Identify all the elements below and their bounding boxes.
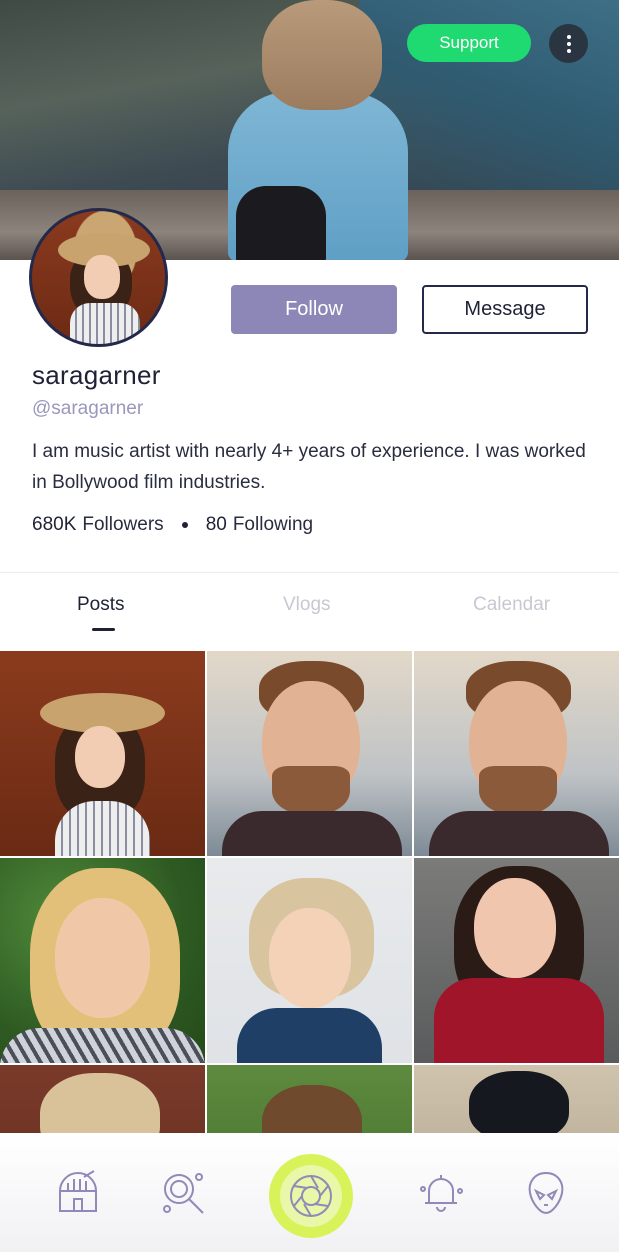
observatory-icon[interactable]	[52, 1167, 104, 1219]
follow-button[interactable]: Follow	[231, 285, 397, 334]
following-count[interactable]: 80	[206, 514, 227, 536]
posts-grid	[0, 651, 619, 1151]
post-thumbnail[interactable]	[207, 858, 412, 1063]
separator-dot	[181, 522, 188, 528]
bottom-navigation	[0, 1133, 619, 1252]
user-handle: @saragarner	[32, 398, 144, 419]
active-tab-indicator	[92, 628, 115, 631]
tab-calendar[interactable]: Calendar	[473, 594, 550, 616]
post-thumbnail[interactable]	[0, 858, 205, 1063]
post-thumbnail[interactable]	[414, 858, 619, 1063]
more-options-icon[interactable]	[549, 24, 588, 63]
tab-posts[interactable]: Posts	[77, 594, 125, 616]
avatar[interactable]	[29, 208, 168, 347]
message-button[interactable]: Message	[422, 285, 588, 334]
bell-icon[interactable]	[415, 1167, 467, 1219]
tab-vlogs[interactable]: Vlogs	[283, 594, 331, 616]
bio-text: I am music artist with nearly 4+ years o…	[32, 441, 586, 493]
followers-count[interactable]: 680K	[32, 514, 76, 536]
following-label[interactable]: Following	[233, 514, 313, 536]
search-planet-icon[interactable]	[157, 1167, 209, 1219]
post-thumbnail[interactable]	[414, 651, 619, 856]
support-button[interactable]: Support	[407, 24, 531, 62]
post-thumbnail[interactable]	[0, 651, 205, 856]
follow-stats: 680K Followers 80 Following	[32, 514, 313, 536]
followers-label[interactable]: Followers	[82, 514, 163, 536]
username: saragarner	[32, 360, 161, 390]
post-thumbnail[interactable]	[207, 651, 412, 856]
divider	[0, 572, 619, 573]
profile-tabs: Posts Vlogs Calendar	[0, 590, 619, 630]
camera-aperture-icon[interactable]	[269, 1154, 353, 1238]
alien-icon[interactable]	[520, 1167, 572, 1219]
